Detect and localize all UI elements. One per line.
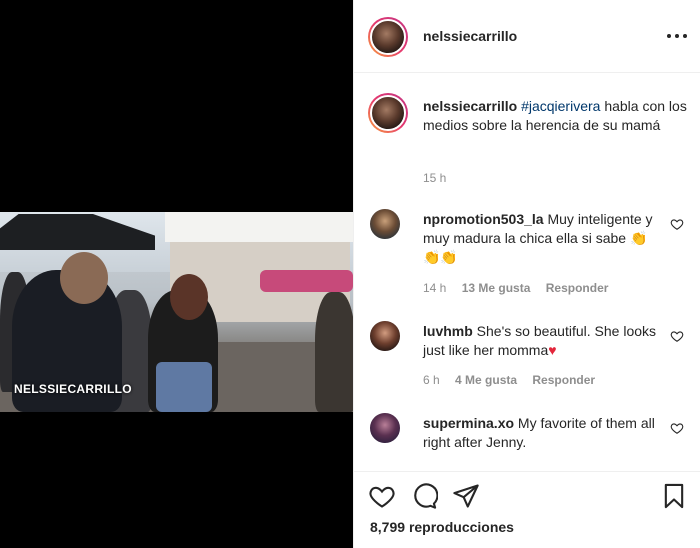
post-footer: 8,799 reproducciones (354, 471, 700, 548)
comment-avatar[interactable] (368, 207, 402, 241)
comment-avatar[interactable] (368, 411, 402, 445)
action-bar (368, 482, 688, 512)
comment-likes[interactable]: 4 Me gusta (455, 373, 517, 387)
comment-time[interactable]: 14 h (423, 281, 446, 295)
like-heart-icon[interactable] (670, 217, 684, 231)
comment-username[interactable]: luvhmb (423, 323, 473, 339)
caption-text: nelssiecarrillo #jacqierivera habla con … (423, 97, 688, 135)
bookmark-icon[interactable] (660, 482, 688, 510)
comment-time[interactable]: 6 h (423, 373, 440, 387)
red-heart-emoji: ♥ (548, 342, 557, 358)
views-count[interactable]: 8,799 reproducciones (370, 519, 514, 535)
video-player[interactable]: NELSSIECARRILLO (0, 212, 353, 412)
video-canopy (165, 212, 353, 242)
video-officer-head (60, 252, 108, 304)
like-heart-icon[interactable] (670, 421, 684, 435)
caption-time[interactable]: 15 h (423, 171, 446, 185)
post-media[interactable]: NELSSIECARRILLO (0, 0, 353, 548)
comment-text: supermina.xo My favorite of them all rig… (423, 414, 658, 452)
video-woman-head (170, 274, 208, 320)
post-header: nelssiecarrillo (354, 0, 700, 73)
post-panel: nelssiecarrillo nelssiecarrillo #jacqier… (353, 0, 700, 548)
comment-meta: 14 h 13 Me gusta Responder (423, 281, 620, 295)
comment-text: luvhmb She's so beautiful. She looks jus… (423, 322, 658, 360)
more-horizontal-icon[interactable] (667, 28, 687, 44)
header-username[interactable]: nelssiecarrillo (423, 28, 517, 44)
comment-likes[interactable]: 13 Me gusta (462, 281, 531, 295)
video-flowers (260, 270, 353, 292)
video-person (315, 292, 353, 412)
comment-reply-button[interactable]: Responder (546, 281, 609, 295)
caption-avatar[interactable] (368, 93, 408, 133)
video-woman-jeans (156, 362, 212, 412)
heart-icon[interactable] (368, 482, 396, 510)
comment-username[interactable]: npromotion503_la (423, 211, 544, 227)
caption-hashtag[interactable]: #jacqierivera (521, 98, 600, 114)
views-number: 8,799 (370, 519, 406, 535)
comment-username[interactable]: supermina.xo (423, 415, 514, 431)
header-avatar[interactable] (368, 17, 408, 57)
like-heart-icon[interactable] (670, 329, 684, 343)
comments-section[interactable]: nelssiecarrillo #jacqierivera habla con … (354, 73, 700, 471)
caption-username[interactable]: nelssiecarrillo (423, 98, 517, 114)
comment-meta: 6 h 4 Me gusta Responder (423, 373, 607, 387)
comment-avatar[interactable] (368, 319, 402, 353)
comment-text: npromotion503_la Muy inteligente y muy m… (423, 210, 658, 267)
video-watermark: NELSSIECARRILLO (14, 382, 132, 396)
share-icon[interactable] (452, 482, 480, 510)
comment-reply-button[interactable]: Responder (532, 373, 595, 387)
comment-icon[interactable] (410, 482, 438, 510)
views-label: reproducciones (408, 519, 514, 535)
